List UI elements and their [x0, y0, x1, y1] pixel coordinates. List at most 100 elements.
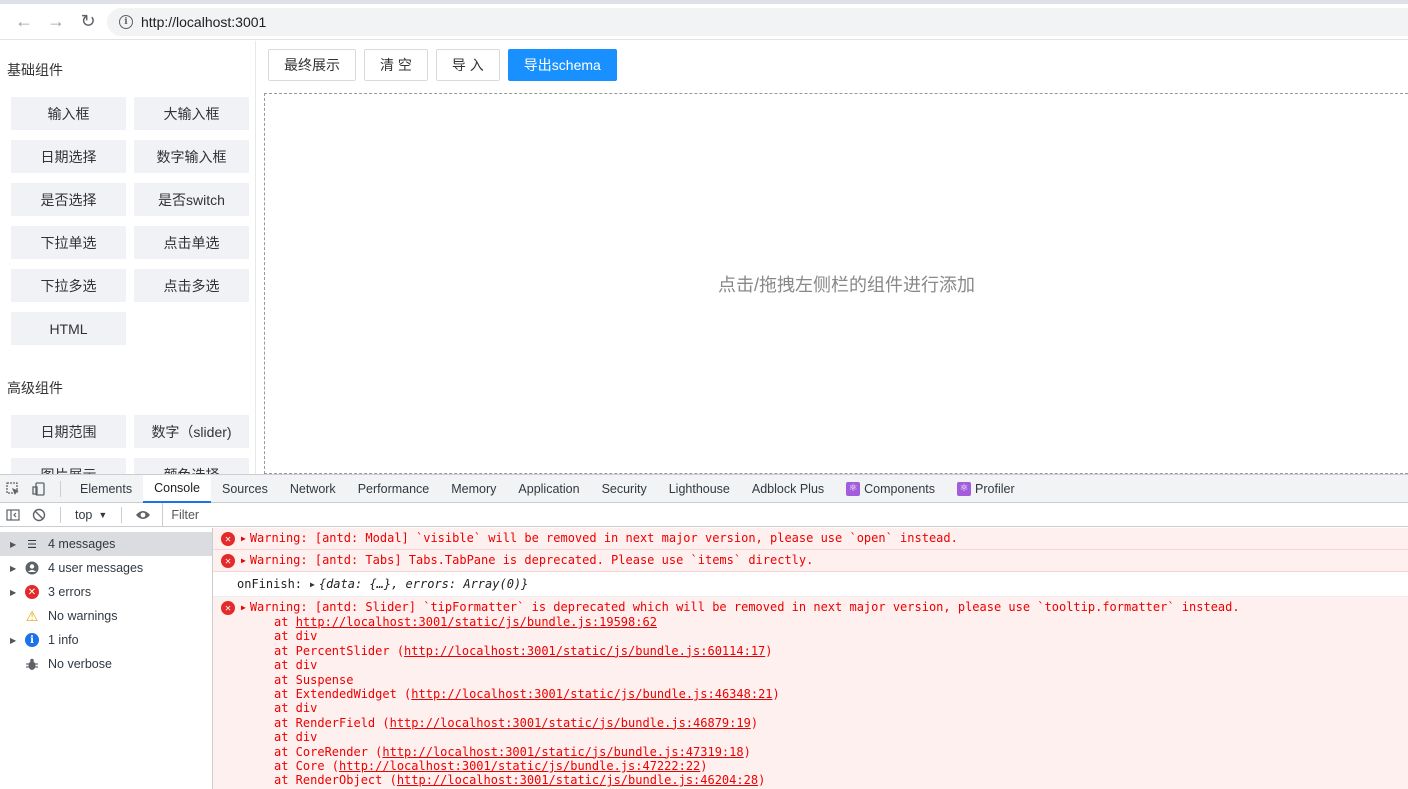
tab-network[interactable]: Network — [279, 475, 347, 503]
basic-component-item[interactable]: 输入框 — [11, 97, 126, 130]
tab-security[interactable]: Security — [591, 475, 658, 503]
log-label: onFinish: — [237, 577, 303, 591]
tab-sources[interactable]: Sources — [211, 475, 279, 503]
forward-arrow-icon[interactable]: → — [40, 8, 72, 36]
stack-frame-link[interactable]: http://localhost:3001/static/js/bundle.j… — [339, 759, 700, 773]
inspect-element-icon[interactable] — [0, 475, 26, 503]
dropdown-caret-icon: ▼ — [98, 509, 108, 520]
stack-frame: at div — [274, 730, 780, 744]
stack-frame-text: at RenderField ( — [274, 715, 390, 730]
sidebar-warnings[interactable]: ⚠ No warnings — [0, 604, 212, 628]
console-filter-input[interactable]: Filter — [162, 502, 1408, 527]
expand-triangle-icon[interactable]: ▶ — [10, 564, 24, 573]
context-selector[interactable]: top ▼ — [69, 508, 113, 522]
stack-trace: at http://localhost:3001/static/js/bundl… — [221, 615, 780, 789]
sidebar-messages[interactable]: ▶ ☰ 4 messages — [0, 532, 212, 556]
stack-frame-text: at — [274, 615, 296, 629]
advanced-component-item[interactable]: 颜色选择 — [134, 458, 249, 474]
device-toolbar-icon[interactable] — [26, 475, 52, 503]
preview-button[interactable]: 最终展示 — [268, 49, 356, 81]
expand-triangle-icon[interactable]: ▶ — [10, 540, 24, 549]
error-icon: ✕ — [25, 585, 39, 599]
address-bar[interactable]: i http://localhost:3001 — [107, 8, 1408, 36]
expand-triangle-icon[interactable]: ▶ — [10, 588, 24, 597]
basic-component-item[interactable]: 是否选择 — [11, 183, 126, 216]
advanced-component-item[interactable]: 数字（slider) — [134, 415, 249, 448]
sidebar-toggle-icon[interactable] — [0, 501, 26, 529]
stack-frame-link[interactable]: http://localhost:3001/static/js/bundle.j… — [411, 687, 772, 701]
tab-profiler[interactable]: ⚛ Profiler — [946, 475, 1026, 503]
close-paren: ) — [700, 759, 708, 774]
advanced-component-item[interactable]: 日期范围 — [11, 415, 126, 448]
info-icon: i — [25, 633, 39, 647]
bug-icon — [24, 656, 40, 672]
basic-component-item[interactable]: 下拉多选 — [11, 269, 126, 302]
reload-icon[interactable]: ↻ — [72, 8, 104, 36]
builder-toolbar: 最终展示 清 空 导 入 导出schema — [268, 49, 617, 81]
expand-triangle-icon[interactable]: ▶ — [241, 556, 246, 565]
clear-button[interactable]: 清 空 — [364, 49, 428, 81]
drop-canvas[interactable]: 点击/拖拽左侧栏的组件进行添加 — [264, 93, 1408, 474]
expand-triangle-icon[interactable]: ▶ — [10, 636, 24, 645]
stack-frame-text: at div — [274, 658, 318, 673]
url-text: http://localhost:3001 — [141, 14, 267, 30]
stack-frame-link[interactable]: http://localhost:3001/static/js/bundle.j… — [397, 773, 758, 787]
console-log-message[interactable]: onFinish: ▶ {data: {…}, errors: Array(0)… — [213, 572, 1408, 597]
basic-component-item[interactable]: 日期选择 — [11, 140, 126, 173]
stack-frame: at Suspense — [274, 673, 780, 687]
basic-component-item[interactable]: 是否switch — [134, 183, 249, 216]
clear-console-icon[interactable] — [26, 501, 52, 529]
basic-component-item[interactable]: 大输入框 — [134, 97, 249, 130]
user-icon — [24, 560, 40, 576]
form-builder-app: 基础组件 输入框 大输入框 日期选择 数字输入框 是否选择 是否switch 下拉单选 点击单… — [0, 41, 1408, 474]
tab-elements[interactable]: Elements — [69, 475, 143, 503]
console-error-message[interactable]: ✕ ▶ Warning: [antd: Modal] `visible` wil… — [213, 528, 1408, 550]
sidebar-info[interactable]: ▶ i 1 info — [0, 628, 212, 652]
sidebar-errors[interactable]: ▶ ✕ 3 errors — [0, 580, 212, 604]
tab-label: Performance — [357, 481, 430, 496]
site-info-icon[interactable]: i — [119, 15, 133, 29]
tab-performance[interactable]: Performance — [347, 475, 441, 503]
tab-console[interactable]: Console — [143, 474, 211, 503]
tab-components[interactable]: ⚛ Components — [835, 475, 946, 503]
stack-frame-text: at Suspense — [274, 672, 354, 687]
tab-memory[interactable]: Memory — [440, 475, 507, 503]
eye-icon[interactable] — [130, 501, 156, 529]
basic-component-item[interactable]: 数字输入框 — [134, 140, 249, 173]
component-sidebar: 基础组件 输入框 大输入框 日期选择 数字输入框 是否选择 是否switch 下拉单选 点击单… — [0, 41, 256, 474]
stack-frame-text: at Core ( — [274, 759, 340, 774]
advanced-components-title: 高级组件 — [7, 380, 63, 396]
tab-lighthouse[interactable]: Lighthouse — [658, 475, 741, 503]
import-button[interactable]: 导 入 — [435, 49, 500, 81]
close-paren: ) — [765, 643, 773, 658]
basic-component-item[interactable]: 点击多选 — [134, 269, 249, 302]
stack-frame: at PercentSlider (http://localhost:3001/… — [274, 644, 780, 658]
expand-triangle-icon[interactable]: ▶ — [310, 580, 315, 589]
basic-component-item[interactable]: 点击单选 — [134, 226, 249, 259]
stack-frame-link[interactable]: http://localhost:3001/static/js/bundle.j… — [382, 745, 743, 759]
console-sidebar: ▶ ☰ 4 messages ▶ 4 user messages ▶ ✕ 3 e… — [0, 528, 213, 789]
stack-frame-link[interactable]: http://localhost:3001/static/js/bundle.j… — [296, 615, 657, 629]
stack-frame-text: at RenderObject ( — [274, 773, 397, 788]
log-object[interactable]: {data: {…}, errors: Array(0)} — [319, 577, 529, 591]
advanced-component-item[interactable]: 图片展示 — [11, 458, 126, 474]
console-error-message[interactable]: ✕ ▶ Warning: [antd: Tabs] Tabs.TabPane i… — [213, 550, 1408, 572]
sidebar-user-messages[interactable]: ▶ 4 user messages — [0, 556, 212, 580]
export-schema-button[interactable]: 导出schema — [507, 49, 617, 81]
expand-triangle-icon[interactable]: ▶ — [241, 534, 246, 543]
console-error-message[interactable]: ✕ ▶ Warning: [antd: Slider] `tipFormatte… — [213, 597, 1408, 789]
back-arrow-icon[interactable]: ← — [8, 8, 40, 36]
stack-frame-link[interactable]: http://localhost:3001/static/js/bundle.j… — [404, 644, 765, 658]
sidebar-errors-label: 3 errors — [48, 585, 92, 599]
close-paren: ) — [750, 715, 759, 730]
tab-adblock-plus[interactable]: Adblock Plus — [741, 475, 835, 503]
sidebar-verbose[interactable]: No verbose — [0, 652, 212, 676]
basic-component-item[interactable]: HTML — [11, 312, 126, 345]
stack-frame-text: at CoreRender ( — [274, 744, 383, 759]
tab-application[interactable]: Application — [507, 475, 590, 503]
expand-triangle-icon[interactable]: ▶ — [241, 603, 246, 612]
stack-frame: at CoreRender (http://localhost:3001/sta… — [274, 745, 780, 759]
stack-frame-link[interactable]: http://localhost:3001/static/js/bundle.j… — [390, 716, 751, 730]
tab-label: Application — [518, 481, 580, 496]
basic-component-item[interactable]: 下拉单选 — [11, 226, 126, 259]
